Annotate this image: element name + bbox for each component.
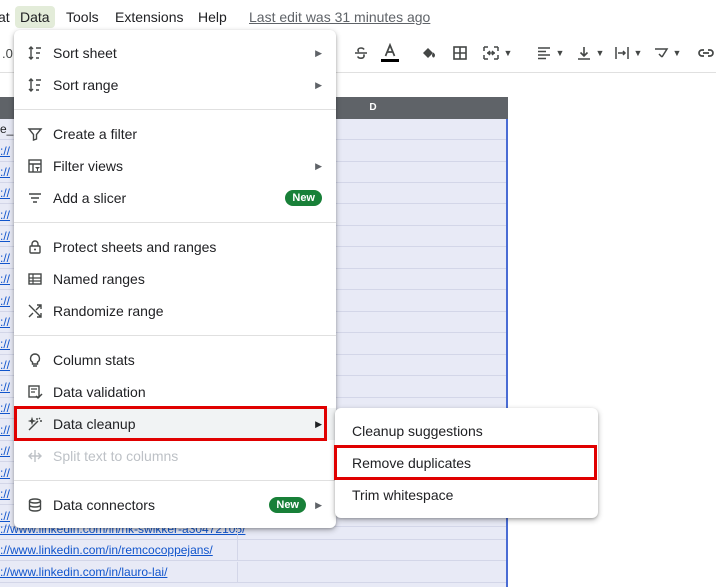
chevron-right-icon: ▶ <box>315 48 322 58</box>
toolbar-decimal-fragment[interactable]: .0 <box>2 42 13 64</box>
cell-link[interactable]: :// <box>0 377 10 398</box>
sort-icon <box>26 76 44 94</box>
cell-link[interactable]: :// <box>0 291 10 312</box>
cell-link[interactable]: :// <box>0 183 10 204</box>
cell-link[interactable]: :// <box>0 441 10 462</box>
menu-item-named-ranges[interactable]: Named ranges <box>14 263 336 295</box>
menu-extensions[interactable]: Extensions <box>110 6 188 28</box>
magic-wand-icon <box>26 415 44 433</box>
menu-item-data-cleanup[interactable]: Data cleanup ▶ <box>14 408 336 440</box>
horizontal-align-icon[interactable]: ▼ <box>533 42 567 64</box>
menu-item-remove-duplicates[interactable]: Remove duplicates <box>335 447 598 479</box>
menu-item-data-connectors[interactable]: Data connectors New ▶ <box>14 489 336 521</box>
menu-separator <box>14 480 336 481</box>
cell-link[interactable]: :// <box>0 269 10 290</box>
menu-tools[interactable]: Tools <box>61 6 104 28</box>
cell-link[interactable]: :// <box>0 484 10 505</box>
table-row: ://www.linkedin.com/in/remcocoppejans/ <box>0 540 506 561</box>
data-cleanup-submenu: Cleanup suggestions Remove duplicates Tr… <box>335 408 598 518</box>
cell-link[interactable]: :// <box>0 312 10 333</box>
cell-value[interactable]: e_ <box>0 119 13 140</box>
strikethrough-icon[interactable] <box>350 42 372 64</box>
cell-link[interactable]: :// <box>0 162 10 183</box>
menu-item-trim-whitespace[interactable]: Trim whitespace <box>335 479 598 511</box>
menu-item-column-stats[interactable]: Column stats <box>14 344 336 376</box>
cell-link[interactable]: :// <box>0 355 10 376</box>
new-badge: New <box>285 190 322 206</box>
menu-help[interactable]: Help <box>193 6 232 28</box>
merge-cells-icon[interactable]: ▼ <box>478 42 516 64</box>
sort-icon <box>26 44 44 62</box>
menu-item-split-text: Split text to columns <box>14 440 336 472</box>
table-row: ://www.linkedin.com/in/lauro-lai/ <box>0 562 506 583</box>
borders-icon[interactable] <box>449 42 471 64</box>
menu-item-protect-sheets[interactable]: Protect sheets and ranges <box>14 231 336 263</box>
lock-icon <box>26 238 44 256</box>
filter-views-icon <box>26 157 44 175</box>
menu-separator <box>14 109 336 110</box>
menu-bar: at Data Tools Extensions Help Last edit … <box>0 0 716 34</box>
cell-link[interactable]: ://www.linkedin.com/in/lauro-lai/ <box>0 562 167 583</box>
chevron-right-icon: ▶ <box>315 80 322 90</box>
menu-item-sort-sheet[interactable]: Sort sheet ▶ <box>14 37 336 69</box>
menu-item-add-slicer[interactable]: Add a slicer New <box>14 182 336 214</box>
menu-item-filter-views[interactable]: Filter views ▶ <box>14 150 336 182</box>
menu-item-cleanup-suggestions[interactable]: Cleanup suggestions <box>335 415 598 447</box>
last-edit-link[interactable]: Last edit was 31 minutes ago <box>249 6 430 28</box>
menu-item-data-validation[interactable]: Data validation <box>14 376 336 408</box>
text-wrapping-icon[interactable]: ▼ <box>611 42 645 64</box>
cell-link[interactable]: :// <box>0 141 10 162</box>
cell-link[interactable]: ://www.linkedin.com/in/remcocoppejans/ <box>0 540 213 561</box>
text-color-icon[interactable] <box>378 42 402 64</box>
vertical-align-icon[interactable]: ▼ <box>573 42 607 64</box>
cell-link[interactable]: :// <box>0 420 10 441</box>
menu-separator <box>14 222 336 223</box>
cell-link[interactable]: :// <box>0 226 10 247</box>
data-validation-icon <box>26 383 44 401</box>
fill-color-icon[interactable] <box>418 42 440 64</box>
cell-link[interactable]: :// <box>0 205 10 226</box>
cell-link[interactable]: :// <box>0 248 10 269</box>
chevron-right-icon: ▶ <box>315 161 322 171</box>
lightbulb-icon <box>26 351 44 369</box>
cell-link[interactable]: :// <box>0 334 10 355</box>
cell-link[interactable]: :// <box>0 463 10 484</box>
named-ranges-icon <box>26 270 44 288</box>
text-rotation-icon[interactable]: ▼ <box>650 42 684 64</box>
chevron-right-icon: ▶ <box>315 500 322 510</box>
slicer-icon <box>26 189 44 207</box>
chevron-right-icon: ▶ <box>315 419 322 429</box>
database-icon <box>26 496 44 514</box>
split-icon <box>26 447 44 465</box>
filter-icon <box>26 125 44 143</box>
new-badge: New <box>269 497 306 513</box>
data-menu: Sort sheet ▶ Sort range ▶ Create a filte… <box>14 30 336 528</box>
menu-data[interactable]: Data <box>15 6 55 28</box>
insert-link-icon[interactable] <box>696 42 716 64</box>
menu-item-create-filter[interactable]: Create a filter <box>14 118 336 150</box>
menu-item-sort-range[interactable]: Sort range ▶ <box>14 69 336 101</box>
cell-link[interactable]: :// <box>0 398 10 419</box>
shuffle-icon <box>26 302 44 320</box>
menu-format[interactable]: at <box>0 6 15 28</box>
menu-separator <box>14 335 336 336</box>
menu-item-randomize-range[interactable]: Randomize range <box>14 295 336 327</box>
